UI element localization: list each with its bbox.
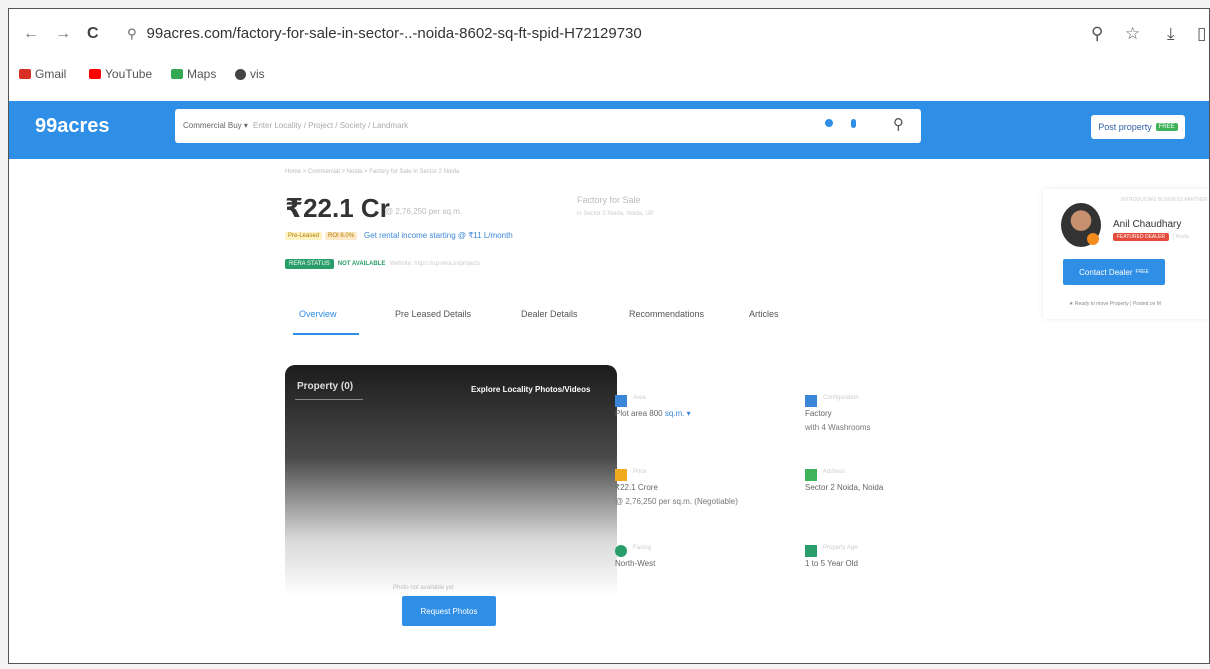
bookmarks-bar: Gmail YouTube Maps vis	[9, 63, 1209, 89]
rental-income-link[interactable]: Get rental income starting @ ₹11 L/month	[364, 231, 513, 240]
post-property-label: Post property	[1098, 122, 1152, 132]
area-unit-dropdown[interactable]: sq.m. ▾	[665, 409, 691, 418]
post-property-button[interactable]: Post property FREE	[1091, 115, 1185, 139]
price-icon	[615, 469, 627, 481]
building-icon	[805, 395, 817, 407]
dealer-name[interactable]: Anil Chaudhary	[1113, 219, 1181, 230]
url-text: 99acres.com/factory-for-sale-in-sector-.…	[146, 25, 642, 42]
download-icon[interactable]: ⤓	[1167, 24, 1175, 44]
bookmark-label: Gmail	[35, 67, 67, 81]
avatar[interactable]	[1061, 203, 1101, 247]
rera-website[interactable]: Website: https://up-rera.in/projects	[389, 261, 480, 267]
detail-value: North-West	[615, 559, 656, 568]
explore-locality-link[interactable]: Explore Locality Photos/Videos	[471, 385, 590, 394]
detail-label: Property Age	[823, 545, 858, 551]
url-field[interactable]: ⚲ 99acres.com/factory-for-sale-in-sector-…	[127, 25, 642, 42]
bookmark-vis[interactable]: vis	[235, 67, 265, 81]
browser-frame: ← → C ⚲ 99acres.com/factory-for-sale-in-s…	[8, 8, 1210, 664]
detail-subvalue: with 4 Washrooms	[805, 423, 871, 432]
detail-label: Price	[633, 469, 647, 475]
area-icon	[615, 395, 627, 407]
free-badge: FREE	[1135, 269, 1149, 275]
star-icon[interactable]: ☆	[1125, 24, 1140, 44]
location-icon[interactable]	[825, 119, 833, 127]
sidebar-icon[interactable]: ▯	[1197, 24, 1206, 44]
property-type: Factory for Sale	[577, 195, 641, 205]
address-bar: ← → C ⚲ 99acres.com/factory-for-sale-in-s…	[9, 9, 1209, 61]
mic-icon[interactable]	[851, 119, 856, 128]
search-category-dropdown[interactable]: Commercial Buy ▾	[183, 121, 248, 130]
detail-value: Factory	[805, 409, 832, 418]
bookmark-label: vis	[250, 67, 265, 81]
rera-status-badge[interactable]: RERA STATUS	[285, 259, 334, 269]
property-photo-count[interactable]: Property (0)	[297, 381, 353, 392]
detail-value: ₹22.1 Crore	[615, 483, 658, 492]
roi-badge: ROI 6.0%	[325, 231, 358, 240]
rera-value: NOT AVAILABLE	[337, 261, 386, 267]
tab-bar: Overview Pre Leased Details Dealer Detai…	[285, 303, 795, 337]
bookmark-label: Maps	[187, 67, 217, 81]
free-badge: FREE	[1155, 123, 1178, 131]
search-input[interactable]: Enter Locality / Project / Society / Lan…	[253, 121, 408, 130]
calendar-icon	[805, 545, 817, 557]
photo-gallery[interactable]: Property (0) Explore Locality Photos/Vid…	[285, 365, 617, 597]
detail-value: Sector 2 Noida, Noida	[805, 483, 884, 492]
ready-to-move-text: ★ Ready to move Property | Posted on M	[1069, 301, 1161, 307]
bookmark-gmail[interactable]: Gmail	[19, 67, 66, 81]
tab-dealer-details[interactable]: Dealer Details	[521, 309, 578, 319]
detail-label: Facing	[633, 545, 652, 551]
breadcrumb[interactable]: Home > Commercial > Noida > Factory for …	[285, 169, 459, 175]
gmail-icon	[19, 69, 31, 79]
site-logo[interactable]: 99acres	[35, 115, 110, 138]
forward-icon[interactable]: →	[55, 25, 71, 43]
back-icon[interactable]: ←	[23, 25, 39, 43]
detail-label: Address	[823, 469, 846, 475]
no-photo-text: Photo not available yet	[393, 585, 454, 591]
globe-icon	[235, 68, 246, 80]
detail-label: Configuration	[823, 395, 859, 401]
contact-dealer-button[interactable]: Contact Dealer FREE	[1063, 259, 1165, 285]
bookmark-youtube[interactable]: YouTube	[89, 67, 152, 81]
search-bar[interactable]: Commercial Buy ▾ Enter Locality / Projec…	[175, 109, 921, 143]
pre-leased-badge: Pre-Leased	[285, 231, 323, 240]
listing-tags: Pre-Leased ROI 6.0% Get rental income st…	[285, 231, 513, 240]
detail-value: 1 to 5 Year Old	[805, 559, 858, 568]
divider	[295, 399, 363, 400]
tab-pre-leased-details[interactable]: Pre Leased Details	[395, 309, 471, 319]
maps-icon	[171, 69, 183, 79]
dealer-card: INTRODUCING BUSINESS PARTNER Anil Chaudh…	[1043, 189, 1209, 319]
active-tab-indicator	[293, 333, 359, 335]
tab-articles[interactable]: Articles	[749, 309, 779, 319]
site-info-icon[interactable]: ⚲	[127, 26, 137, 41]
search-icon[interactable]: ⚲	[893, 115, 904, 133]
rera-row: RERA STATUS NOT AVAILABLE Website: https…	[285, 259, 481, 269]
price: ₹22.1 Cr	[285, 193, 390, 223]
reload-icon[interactable]: C	[87, 25, 99, 43]
dealer-location: | Noida	[1173, 234, 1189, 240]
property-location: in Sector 2 Noida, Noida, UP	[577, 211, 654, 217]
tab-overview[interactable]: Overview	[299, 309, 337, 319]
featured-dealer-badge: FEATURED DEALER	[1113, 233, 1169, 241]
compass-icon	[615, 545, 627, 557]
site-header: 99acres Commercial Buy ▾ Enter Locality …	[9, 101, 1209, 159]
location-pin-icon	[805, 469, 817, 481]
detail-label: Area	[633, 395, 646, 401]
zoom-icon[interactable]: ⚲	[1091, 24, 1103, 44]
bookmark-label: YouTube	[105, 67, 153, 81]
youtube-icon	[89, 69, 101, 79]
detail-value: Plot area 800 sq.m. ▾	[615, 409, 691, 418]
detail-subvalue: @ 2,76,250 per sq.m. (Negotiable)	[615, 497, 738, 506]
price-per-unit: @ 2,76,250 per sq.m.	[385, 207, 463, 216]
bookmark-maps[interactable]: Maps	[171, 67, 216, 81]
request-photos-button[interactable]: Request Photos	[402, 596, 496, 626]
contact-dealer-label: Contact Dealer	[1079, 267, 1133, 277]
dealer-heading: INTRODUCING BUSINESS PARTNER	[1121, 197, 1208, 203]
tab-recommendations[interactable]: Recommendations	[629, 309, 704, 319]
